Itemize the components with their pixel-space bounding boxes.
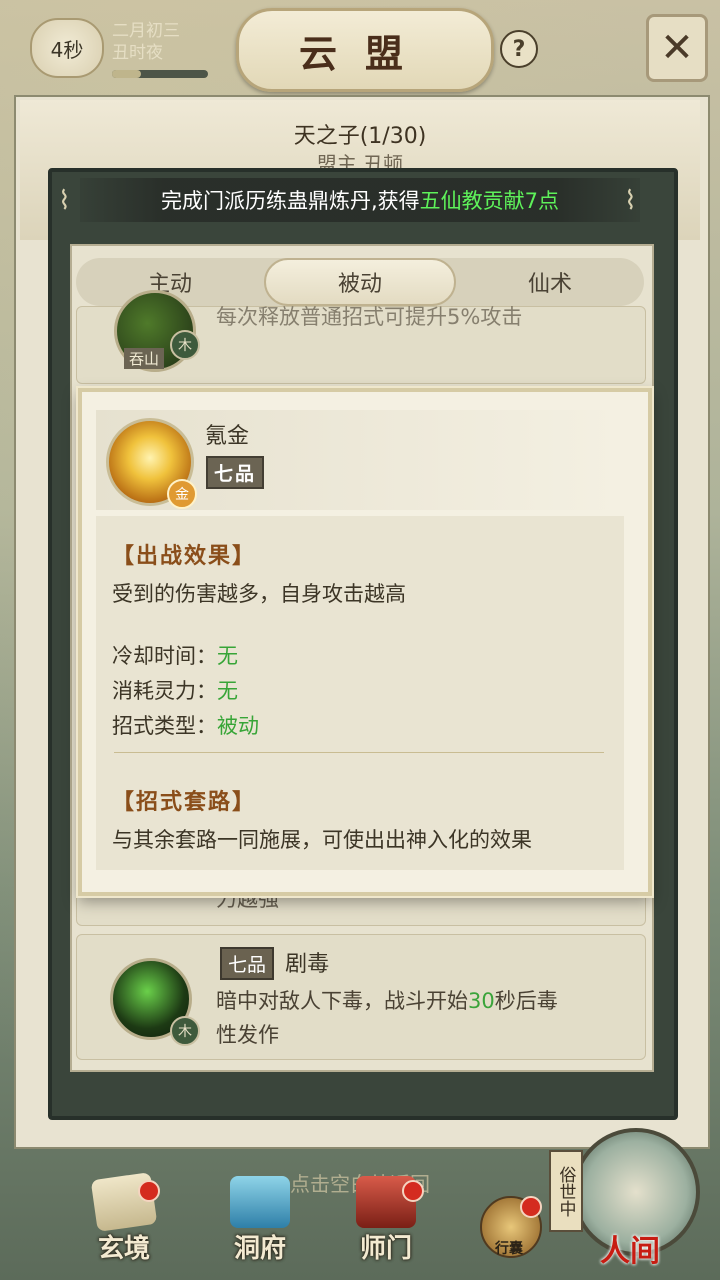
list-item-desc: 暗中对敌人下毒，战斗开始30秒后毒 性发作 [216, 984, 616, 1052]
notice-text: 完成门派历练蛊鼎炼丹,获得 [160, 189, 420, 213]
type-value: 被动 [217, 714, 259, 738]
combo-text: 与其余套路一同施展，可使出出神入化的效果 [112, 828, 532, 852]
desc-number: 30 [468, 989, 495, 1013]
nav-label: 洞府 [233, 1234, 286, 1264]
type-row: 招式类型：被动 [112, 710, 259, 740]
help-button[interactable]: ? [500, 30, 538, 68]
desc-part: 性发作 [216, 1023, 279, 1047]
page-title: 云盟 [236, 8, 494, 92]
notification-dot [402, 1180, 424, 1202]
nav-dongfu[interactable]: 洞府 [214, 1176, 306, 1270]
battle-effect-title: 【出战效果】 [112, 543, 257, 569]
list-item-title: 七品 剧毒 [220, 946, 329, 980]
desc-part: 秒后毒 [494, 989, 558, 1013]
notification-dot [138, 1180, 160, 1202]
cost-value: 无 [217, 679, 238, 703]
grade-tag: 七品 [206, 456, 265, 489]
metal-element-icon: 金 [167, 479, 197, 509]
nav-xuanjing[interactable]: 玄境 [78, 1172, 170, 1270]
skill-name: 剧毒 [285, 952, 330, 977]
top-bar: 4秒 二月初三 丑时夜 云盟 ? ✕ [0, 0, 720, 92]
notification-dot [520, 1196, 542, 1218]
alliance-title: 天之子(1/30) [293, 124, 427, 149]
gold-palm-skill-icon: 金 [106, 418, 197, 509]
cooldown-value: 无 [217, 644, 238, 668]
world-label: 人间 [600, 1234, 660, 1269]
time-progress-fill [112, 70, 141, 78]
tab-passive-skills[interactable]: 被动 [264, 258, 456, 306]
scroll-ornament-left: ⌇ [58, 186, 71, 216]
game-date: 二月初三 丑时夜 [112, 20, 180, 64]
grade-tag: 七品 [220, 947, 275, 980]
date-line-1: 二月初三 [112, 21, 180, 41]
timer-badge[interactable]: 4秒 [30, 18, 104, 78]
bag-label: 行囊 [495, 1241, 523, 1257]
world-tag: 俗世中 [549, 1150, 583, 1232]
time-progress-bar [112, 70, 208, 78]
nav-label: 玄境 [97, 1234, 150, 1264]
close-button[interactable]: ✕ [646, 14, 708, 82]
date-line-2: 丑时夜 [112, 43, 163, 63]
type-label: 招式类型： [112, 714, 217, 738]
cost-label: 消耗灵力： [112, 679, 217, 703]
skill-orb-label: 吞山 [124, 348, 165, 369]
wood-element-icon: 木 [170, 1016, 200, 1046]
cost-row: 消耗灵力：无 [112, 675, 238, 705]
combo-title: 【招式套路】 [112, 789, 257, 815]
battle-effect-text: 受到的伤害越多，自身攻击越高 [112, 582, 406, 606]
popup-divider [114, 752, 604, 753]
desc-part: 暗中对敌人下毒，战斗开始 [216, 989, 468, 1013]
list-item-desc: 每次释放普通招式可提升5%攻击 [216, 305, 523, 329]
scroll-ornament-right: ⌇ [624, 186, 637, 216]
wood-element-icon: 木 [170, 330, 200, 360]
lantern-icon [230, 1176, 290, 1228]
cooldown-row: 冷却时间：无 [112, 640, 238, 670]
tab-immortal-arts[interactable]: 仙术 [456, 258, 644, 306]
nav-shimen[interactable]: 师门 [340, 1176, 432, 1270]
skill-name: 氪金 [205, 424, 250, 449]
cooldown-label: 冷却时间： [112, 644, 217, 668]
notice-banner: 完成门派历练蛊鼎炼丹,获得 五仙教贡献7点 [80, 178, 640, 222]
nav-label: 师门 [359, 1234, 412, 1264]
timer-text: 4秒 [50, 37, 84, 62]
notice-highlight: 五仙教贡献7点 [419, 189, 560, 213]
